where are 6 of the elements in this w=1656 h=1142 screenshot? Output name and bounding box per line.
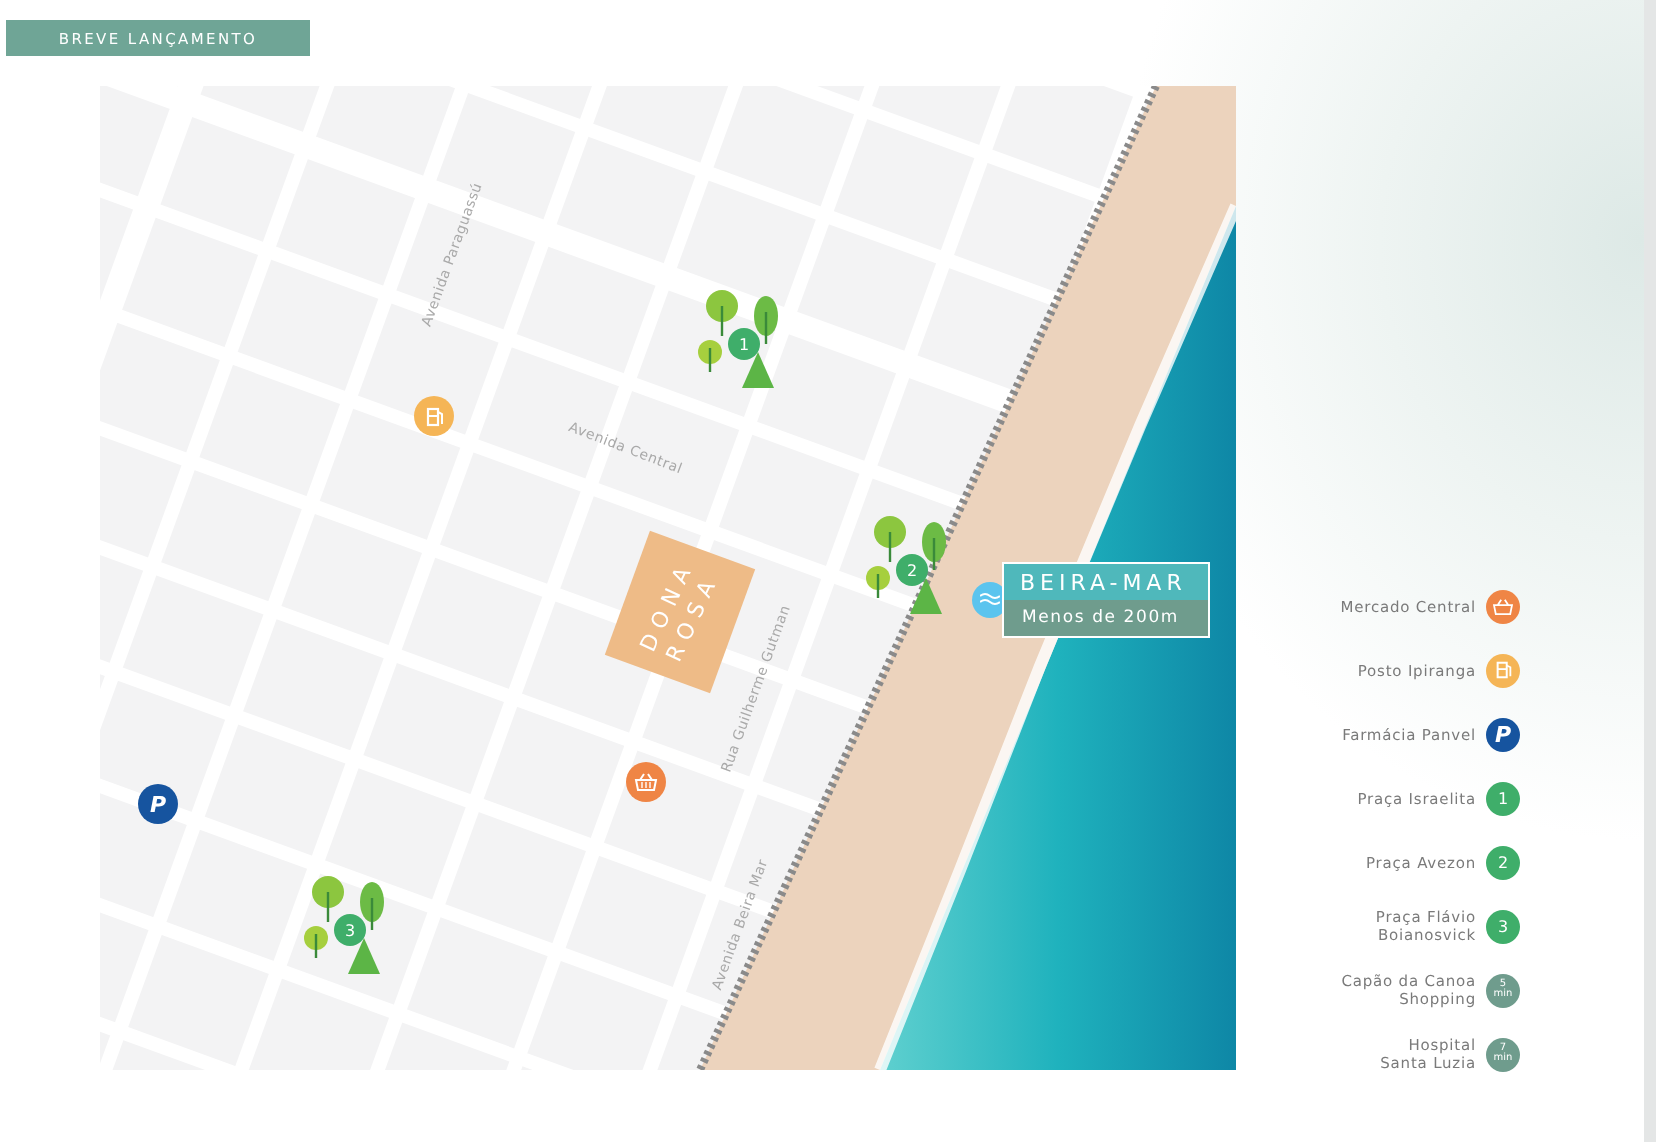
- number-marker: 2: [1486, 845, 1520, 879]
- callout-title: BEIRA-MAR: [1002, 562, 1210, 600]
- parking-marker: P: [1486, 717, 1520, 751]
- number-marker: 3: [1486, 909, 1520, 943]
- number-marker: 1: [1486, 781, 1520, 815]
- callout-distance: Menos de 200m: [1002, 600, 1210, 638]
